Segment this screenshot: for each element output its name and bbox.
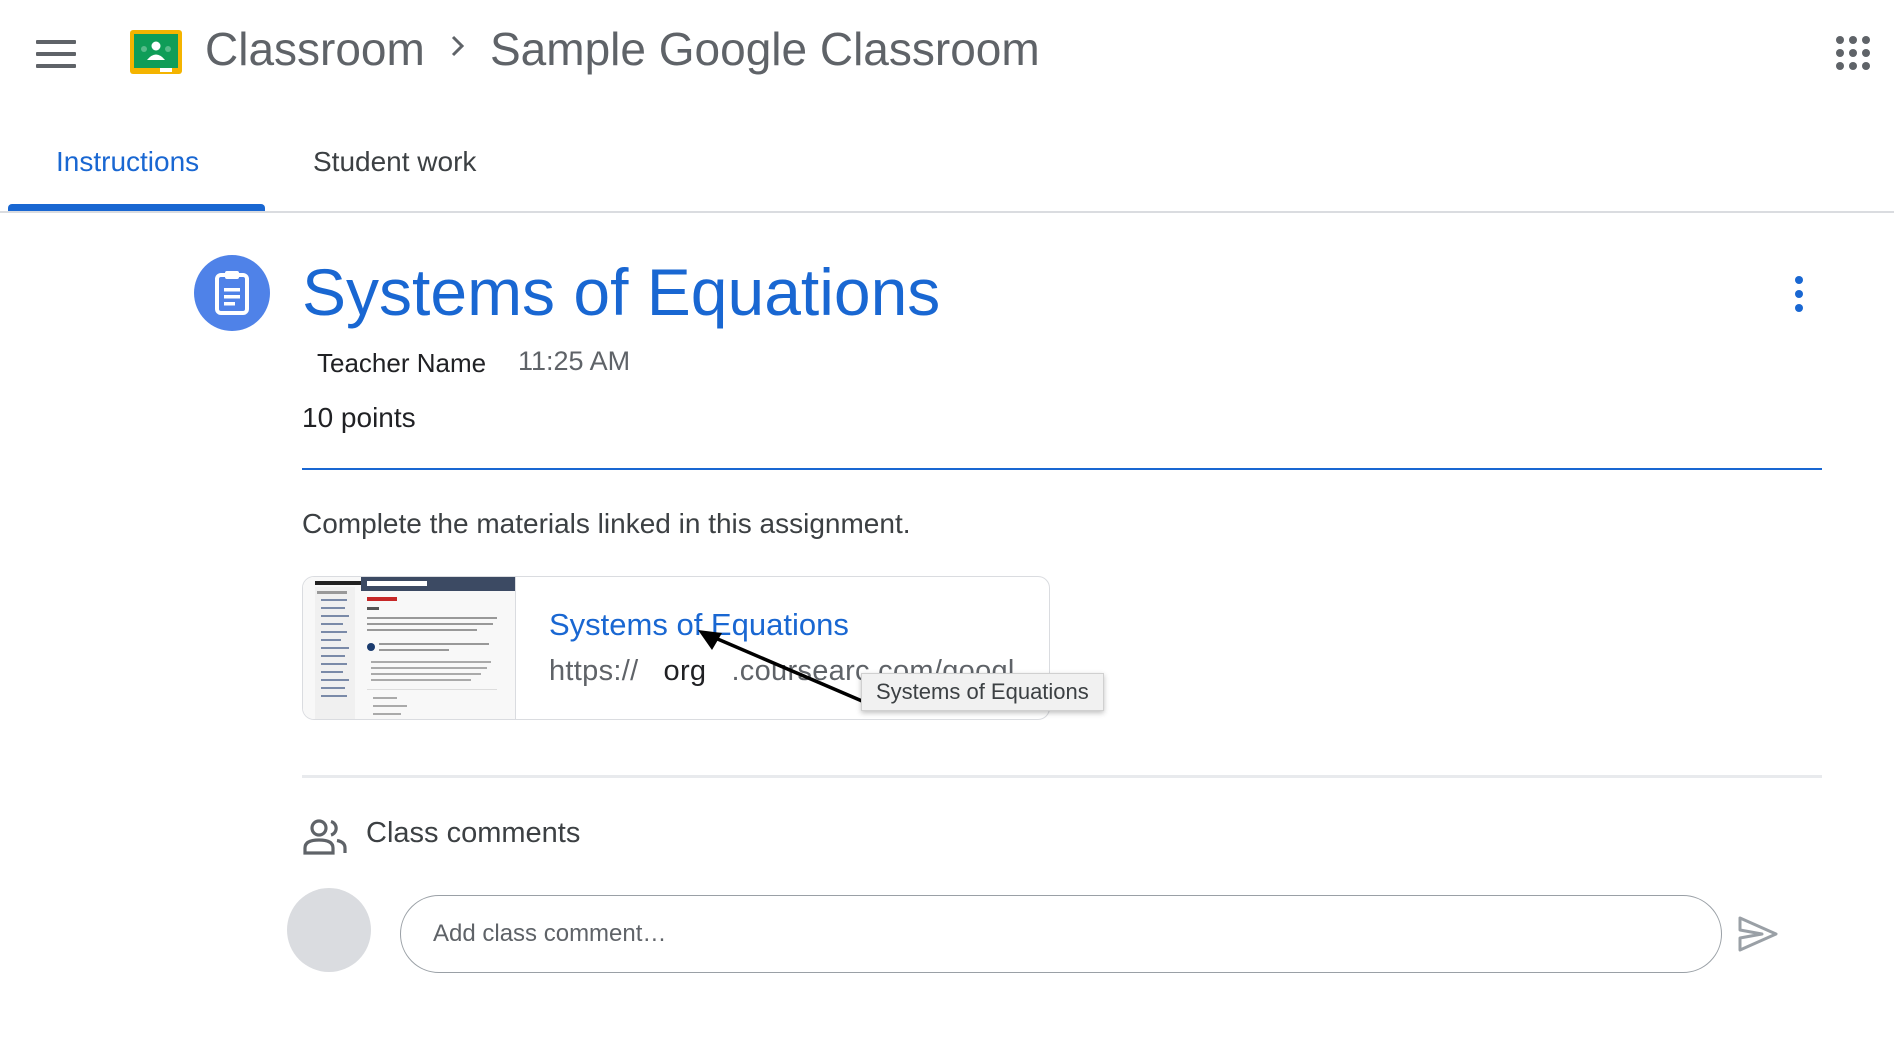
assignment-title: Systems of Equations bbox=[302, 255, 941, 329]
attachment-title-link[interactable]: Systems of Equations bbox=[549, 607, 849, 643]
attachment-url-org: org bbox=[663, 655, 707, 687]
post-time: 11:25 AM bbox=[518, 346, 631, 376]
comments-divider bbox=[302, 775, 1822, 778]
tabs-divider bbox=[0, 211, 1894, 213]
send-icon[interactable] bbox=[1736, 914, 1780, 954]
class-name-link[interactable]: Sample Google Classroom bbox=[490, 22, 1040, 76]
main-menu-button[interactable] bbox=[36, 40, 76, 68]
assignment-clipboard-icon bbox=[215, 271, 249, 315]
people-icon bbox=[303, 819, 347, 855]
assignment-instructions: Complete the materials linked in this as… bbox=[302, 508, 911, 539]
assignment-icon-badge bbox=[194, 255, 270, 331]
tab-instructions[interactable]: Instructions bbox=[56, 146, 199, 178]
hamburger-menu-icon bbox=[36, 40, 76, 44]
header-divider bbox=[302, 468, 1822, 470]
tab-student-work[interactable]: Student work bbox=[313, 146, 476, 178]
attachment-tooltip: Systems of Equations bbox=[861, 673, 1104, 711]
teacher-name: Teacher Name bbox=[317, 348, 487, 378]
avatar bbox=[287, 888, 371, 972]
app-name-link[interactable]: Classroom bbox=[205, 22, 425, 76]
attachment-thumbnail bbox=[303, 577, 516, 719]
more-vert-icon[interactable] bbox=[1786, 276, 1810, 314]
classroom-logo-icon bbox=[130, 30, 182, 74]
attachment-url-prefix: https:// bbox=[549, 655, 639, 687]
google-apps-grid-icon[interactable] bbox=[1836, 36, 1870, 70]
active-tab-indicator bbox=[8, 204, 265, 211]
class-comment-input[interactable] bbox=[400, 895, 1722, 973]
assignment-points: 10 points bbox=[302, 402, 416, 433]
chevron-right-icon bbox=[451, 35, 465, 57]
class-comments-label: Class comments bbox=[366, 817, 581, 849]
